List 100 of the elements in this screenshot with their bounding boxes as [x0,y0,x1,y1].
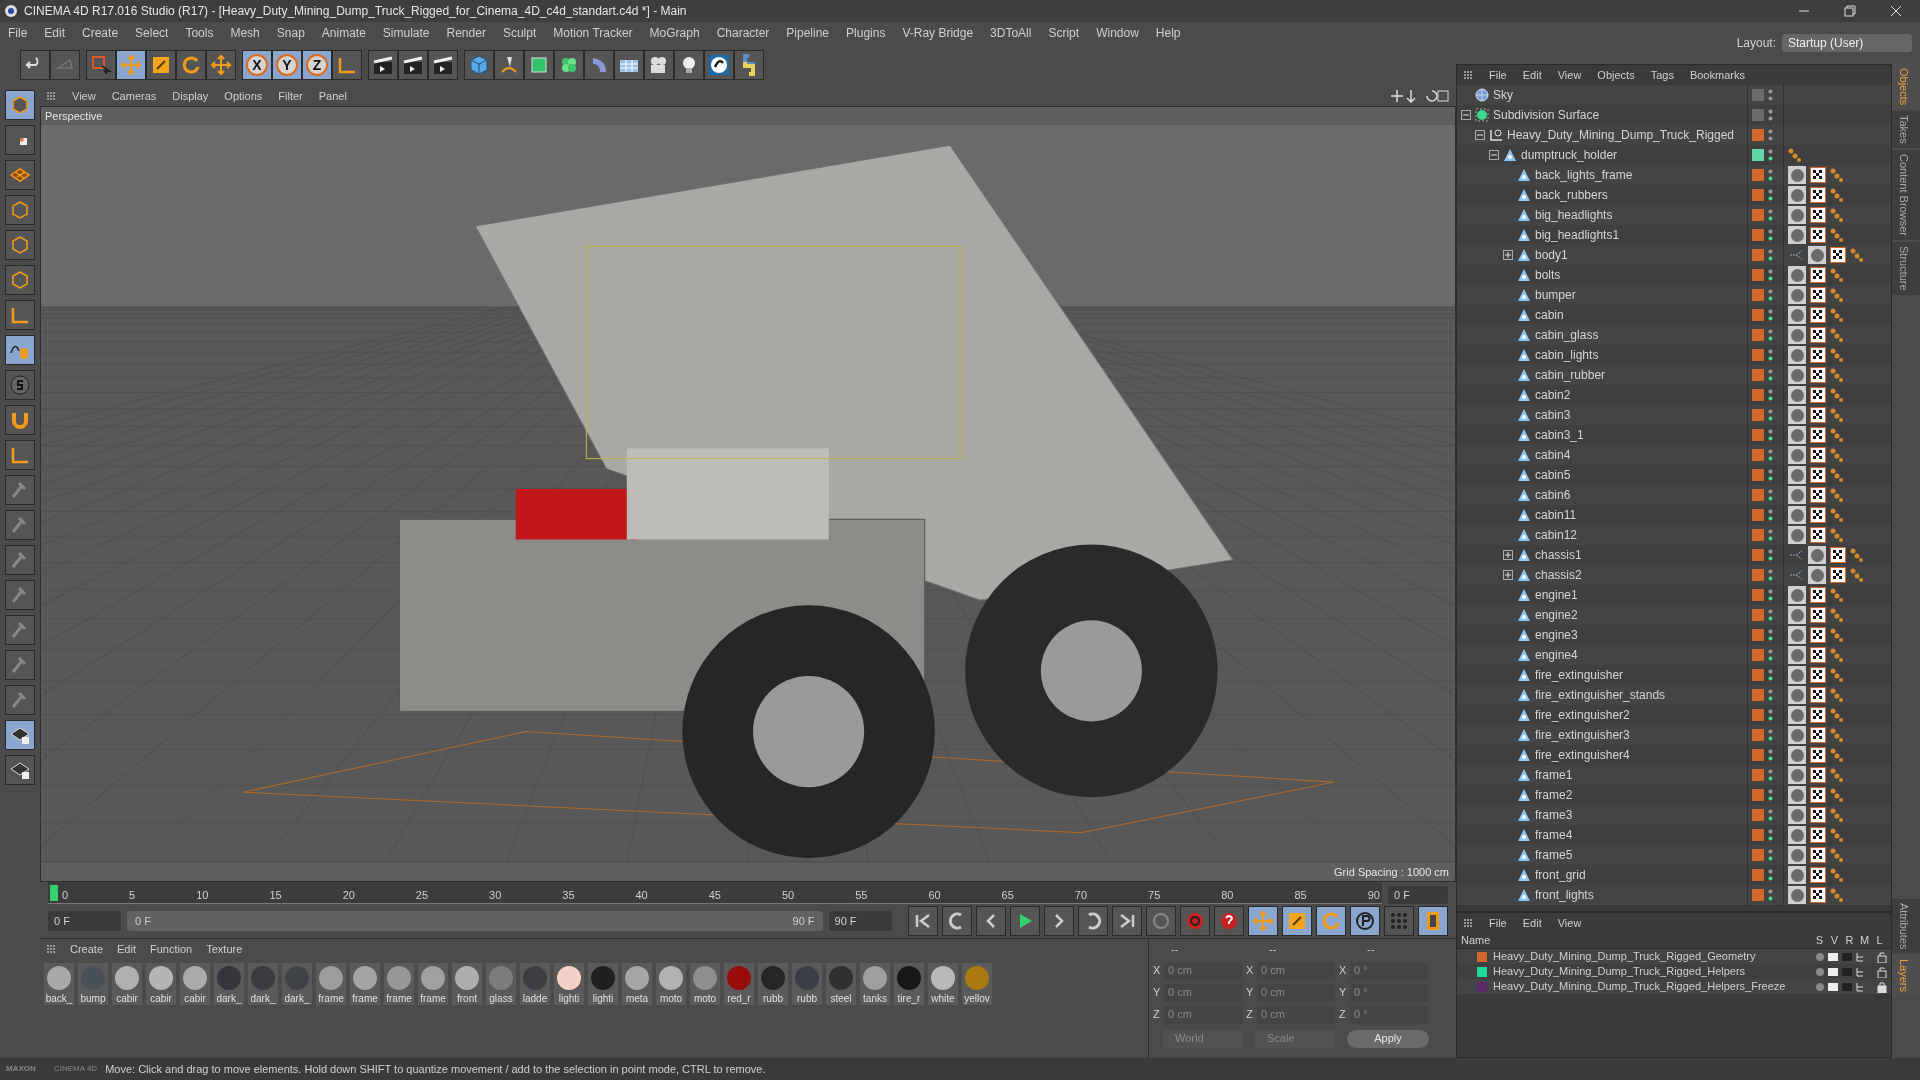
viewport-menu-item[interactable]: Filter [278,87,303,105]
object-name[interactable]: body1 [1535,246,1568,264]
end-frame-field[interactable]: 90 F [828,911,892,931]
object-name[interactable]: bumper [1535,286,1576,304]
object-name[interactable]: big_headlights [1535,206,1613,224]
material-swatch[interactable]: red_r [724,963,754,1005]
material-swatch[interactable]: ladde [520,963,550,1005]
layout-dropdown[interactable]: Startup (User) [1782,34,1912,52]
material-swatch[interactable]: steel [826,963,856,1005]
frame-field[interactable]: 0 F [1388,886,1448,904]
axis-lock-button[interactable]: Z [302,50,332,80]
side-tab[interactable]: Takes [1892,111,1920,149]
menu-item[interactable]: File [8,24,28,42]
material-swatch[interactable]: frame [418,963,448,1005]
object-menu-item[interactable]: Objects [1597,66,1635,84]
material-swatch[interactable]: rubb [792,963,822,1005]
viewport-menu-item[interactable]: Panel [318,87,347,105]
menu-item[interactable]: Snap [276,24,305,42]
material-swatch[interactable]: lighti [588,963,618,1005]
material-menu-item[interactable]: Function [150,940,193,958]
material-swatch[interactable]: dark_ [282,963,312,1005]
frame-range-slider[interactable]: 0 F 90 F [127,911,823,931]
material-swatch[interactable]: white [928,963,958,1005]
material-swatch[interactable]: front [452,963,482,1005]
object-name[interactable]: cabin3 [1535,406,1571,424]
material-swatch[interactable]: tire_r [894,963,924,1005]
material-swatch[interactable]: moto [690,963,720,1005]
object-name[interactable]: chassis2 [1535,566,1582,584]
object-name[interactable]: cabin5 [1535,466,1571,484]
object-name[interactable]: engine2 [1535,606,1578,624]
object-name[interactable]: back_rubbers [1535,186,1608,204]
material-swatch[interactable]: yellov [962,963,992,1005]
material-swatch[interactable]: rubb [758,963,788,1005]
object-menu-item[interactable]: Tags [1650,66,1674,84]
current-frame-field[interactable]: 0 F [48,911,121,931]
material-menu-item[interactable]: Create [70,940,104,958]
object-name[interactable]: fire_extinguisher2 [1535,706,1630,724]
side-tab[interactable]: Structure [1892,242,1920,295]
material-menu-item[interactable]: Edit [117,940,136,958]
material-menu-item[interactable]: Texture [206,940,243,958]
side-tab[interactable]: Layers [1892,954,1920,996]
object-name[interactable]: engine3 [1535,626,1578,644]
material-swatch[interactable]: frame [350,963,380,1005]
object-name[interactable]: fire_extinguisher [1535,666,1624,684]
object-name[interactable]: front_grid [1535,866,1586,884]
menu-item[interactable]: Mesh [230,24,260,42]
object-name[interactable]: frame5 [1535,846,1573,864]
material-swatch[interactable]: meta [622,963,652,1005]
object-name[interactable]: cabin4 [1535,446,1571,464]
object-name[interactable]: front_lights [1535,886,1594,904]
object-menu-item[interactable]: Bookmarks [1689,66,1745,84]
menu-item[interactable]: Animate [321,24,366,42]
material-swatch[interactable]: dark_ [248,963,278,1005]
material-swatch[interactable]: frame [316,963,346,1005]
menu-item[interactable]: Help [1155,24,1181,42]
object-name[interactable]: cabin_rubber [1535,366,1606,384]
menu-item[interactable]: Window [1096,24,1139,42]
material-swatch[interactable]: dark_ [214,963,244,1005]
side-tab[interactable]: Objects [1892,64,1920,110]
menu-item[interactable]: Script [1048,24,1080,42]
material-swatch[interactable]: cabir [146,963,176,1005]
menu-item[interactable]: Create [82,24,119,42]
object-name[interactable]: frame1 [1535,766,1573,784]
object-name[interactable]: bolts [1535,266,1561,284]
coordinate-field[interactable]: 0 ° [1350,983,1428,1002]
menu-item[interactable]: Sculpt [502,24,537,42]
menu-item[interactable]: Simulate [382,24,430,42]
material-swatch[interactable]: lighti [554,963,584,1005]
axis-lock-button[interactable]: Y [272,50,302,80]
coordinate-field[interactable]: 0 ° [1350,961,1428,980]
menu-item[interactable]: Select [135,24,169,42]
object-menu-item[interactable]: View [1557,66,1582,84]
side-tab[interactable]: Content Browser [1892,150,1920,240]
menu-item[interactable]: Plugins [846,24,886,42]
viewport-menu-item[interactable]: Options [224,87,263,105]
menu-item[interactable]: MoGraph [649,24,700,42]
layer-menu-item[interactable]: Edit [1522,914,1542,932]
object-name[interactable]: cabin2 [1535,386,1571,404]
material-swatch[interactable]: bump [78,963,108,1005]
viewport-menu-item[interactable]: Cameras [111,87,157,105]
object-name[interactable]: cabin_glass [1535,326,1599,344]
object-name[interactable]: cabin_lights [1535,346,1599,364]
side-tab[interactable]: Attributes [1892,898,1920,953]
object-name[interactable]: big_headlights1 [1535,226,1620,244]
viewport-menu-item[interactable]: Display [172,87,209,105]
object-name[interactable]: cabin [1535,306,1564,324]
object-name[interactable]: fire_extinguisher4 [1535,746,1630,764]
object-name[interactable]: cabin6 [1535,486,1571,504]
menu-item[interactable]: V-Ray Bridge [902,24,974,42]
layer-menu-item[interactable]: File [1489,914,1507,932]
object-name[interactable]: frame4 [1535,826,1573,844]
material-swatch[interactable]: back_ [44,963,74,1005]
object-name[interactable]: engine1 [1535,586,1578,604]
material-swatch[interactable]: frame [384,963,414,1005]
object-menu-item[interactable]: Edit [1522,66,1542,84]
apply-button[interactable]: Apply [1347,1029,1429,1048]
menu-item[interactable]: Pipeline [786,24,830,42]
material-swatch[interactable]: glass [486,963,516,1005]
coordinate-field[interactable]: 0 ° [1350,1005,1428,1024]
object-name[interactable]: cabin3_1 [1535,426,1584,444]
